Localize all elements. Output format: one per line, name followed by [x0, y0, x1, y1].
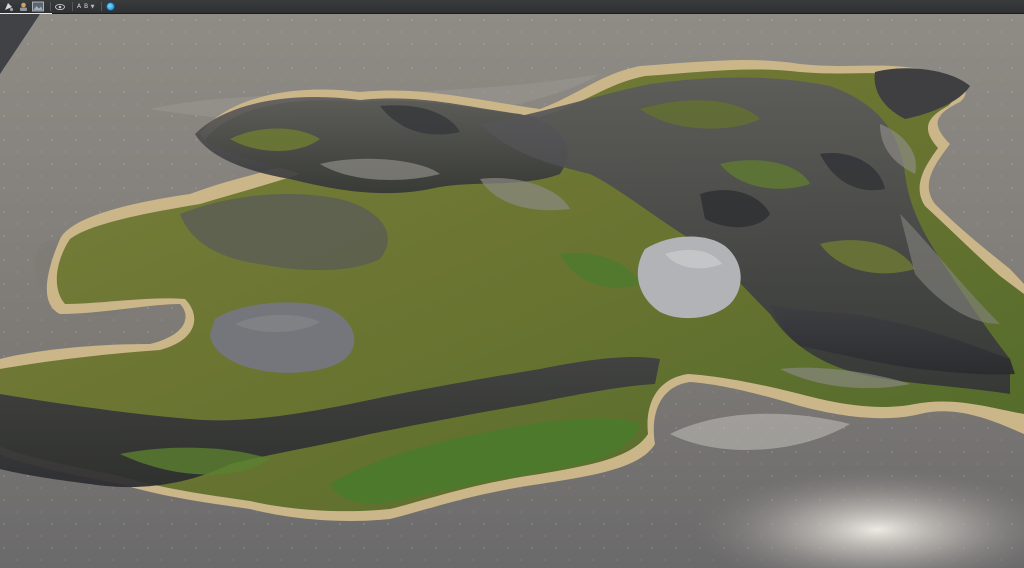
active-indicator-icon [106, 2, 115, 11]
viewport-toolbar: A B ▼ [0, 0, 1024, 14]
east-lake [637, 236, 741, 319]
render-preview-icon[interactable] [32, 1, 44, 13]
camera-tool-icon[interactable] [17, 1, 29, 13]
toolbar-separator [100, 2, 102, 11]
transform-tool-icon[interactable] [2, 1, 14, 13]
mode-dropdown-label: A B [77, 2, 89, 10]
visibility-icon[interactable] [54, 1, 66, 13]
toolbar-separator [72, 2, 73, 11]
active-mode-button[interactable] [105, 1, 117, 13]
chevron-down-icon: ▼ [90, 3, 95, 10]
3d-viewport[interactable] [0, 14, 1024, 568]
toolbar-separator [50, 2, 51, 11]
terrain-scene [0, 14, 1024, 568]
mode-dropdown[interactable]: A B ▼ [76, 1, 95, 13]
